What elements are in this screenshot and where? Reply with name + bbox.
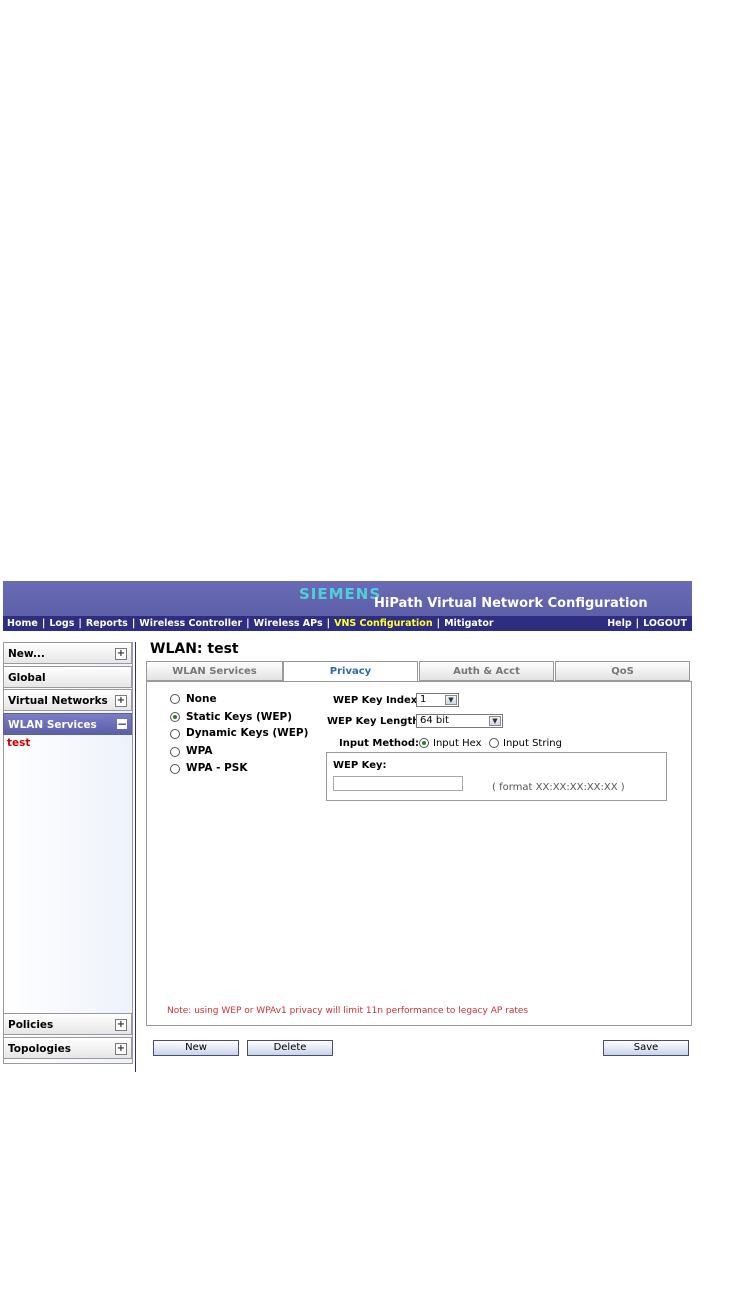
sidebar-item-topologies[interactable]: Topologies +	[3, 1037, 132, 1059]
nav-reports[interactable]: Reports	[86, 618, 128, 629]
sidebar-item-label: Policies	[8, 1019, 54, 1031]
vertical-divider	[135, 642, 136, 1072]
plus-icon[interactable]: +	[115, 695, 127, 707]
radio-label-wpa-psk: WPA - PSK	[186, 762, 248, 774]
nav-wireless-aps[interactable]: Wireless APs	[254, 618, 323, 629]
radio-label-none: None	[186, 693, 217, 705]
sidebar-item-virtual-networks[interactable]: Virtual Networks +	[3, 689, 132, 711]
wep-key-index-select[interactable]: 1 ▼	[416, 693, 459, 707]
tab-wlan-services[interactable]: WLAN Services	[146, 661, 283, 681]
radio-label-dynamic-keys: Dynamic Keys (WEP)	[186, 727, 309, 739]
radio-input-hex[interactable]	[419, 738, 429, 748]
radio-static-keys-wep[interactable]	[170, 712, 180, 722]
nav-logs[interactable]: Logs	[49, 618, 74, 629]
sidebar-item-wlan-services[interactable]: WLAN Services −	[3, 713, 132, 735]
privacy-note: Note: using WEP or WPAv1 privacy will li…	[167, 1006, 529, 1016]
radio-input-string[interactable]	[489, 738, 499, 748]
tab-qos[interactable]: QoS	[555, 661, 690, 681]
sidebar-item-policies[interactable]: Policies +	[3, 1013, 132, 1035]
select-value: 64 bit	[420, 715, 449, 726]
minus-icon[interactable]: −	[117, 718, 127, 730]
nav-help[interactable]: Help	[607, 618, 631, 629]
main-nav: Home | Logs | Reports | Wireless Controller | Wi…	[3, 616, 692, 631]
sidebar: New... + Global Virtual Networks + WLAN …	[3, 642, 133, 1064]
sidebar-item-label: Global	[8, 672, 46, 684]
radio-label-input-hex: Input Hex	[433, 738, 482, 749]
sidebar-item-label: New...	[8, 648, 45, 660]
plus-icon[interactable]: +	[115, 1019, 127, 1031]
sidebar-item-new[interactable]: New... +	[3, 642, 132, 664]
radio-none[interactable]	[170, 694, 180, 704]
tab-privacy[interactable]: Privacy	[283, 661, 418, 683]
new-button[interactable]: New	[153, 1040, 239, 1056]
radio-dynamic-keys-wep[interactable]	[170, 729, 180, 739]
nav-vns-configuration[interactable]: VNS Configuration	[334, 618, 433, 629]
header-banner: SIEMENS HiPath Virtual Network Configura…	[3, 581, 692, 616]
wep-key-length-label: WEP Key Length:	[327, 716, 424, 727]
wep-key-label: WEP Key:	[333, 760, 387, 771]
nav-wireless-controller[interactable]: Wireless Controller	[139, 618, 242, 629]
radio-label-input-string: Input String	[503, 738, 562, 749]
siemens-logo: SIEMENS	[299, 585, 382, 603]
wep-key-format-hint: ( format XX:XX:XX:XX:XX )	[492, 782, 625, 793]
delete-button[interactable]: Delete	[247, 1040, 333, 1056]
nav-home[interactable]: Home	[7, 618, 38, 629]
radio-wpa[interactable]	[170, 747, 180, 757]
input-method-label: Input Method:	[339, 738, 420, 749]
wep-key-length-select[interactable]: 64 bit ▼	[416, 714, 503, 728]
sidebar-item-global[interactable]: Global	[3, 666, 132, 688]
sidebar-subitem-test[interactable]: test	[7, 737, 30, 749]
sidebar-item-label: Virtual Networks	[8, 695, 108, 707]
plus-icon[interactable]: +	[115, 1043, 127, 1055]
sidebar-item-label: WLAN Services	[8, 719, 97, 731]
chevron-down-icon[interactable]: ▼	[489, 716, 501, 726]
radio-label-wpa: WPA	[186, 745, 213, 757]
nav-logout[interactable]: LOGOUT	[643, 618, 687, 629]
select-value: 1	[420, 694, 427, 705]
wep-key-index-label: WEP Key Index:	[333, 695, 422, 706]
sidebar-item-label: Topologies	[8, 1043, 72, 1055]
save-button[interactable]: Save	[603, 1040, 689, 1056]
radio-wpa-psk[interactable]	[170, 764, 180, 774]
app-title: HiPath Virtual Network Configuration	[374, 596, 648, 611]
nav-mitigator[interactable]: Mitigator	[444, 618, 493, 629]
tab-auth-acct[interactable]: Auth & Acct	[419, 661, 554, 681]
page-title: WLAN: test	[150, 641, 239, 657]
wep-key-input[interactable]	[333, 776, 463, 791]
chevron-down-icon[interactable]: ▼	[445, 695, 457, 705]
radio-label-static-keys: Static Keys (WEP)	[186, 711, 293, 723]
plus-icon[interactable]: +	[115, 648, 127, 660]
